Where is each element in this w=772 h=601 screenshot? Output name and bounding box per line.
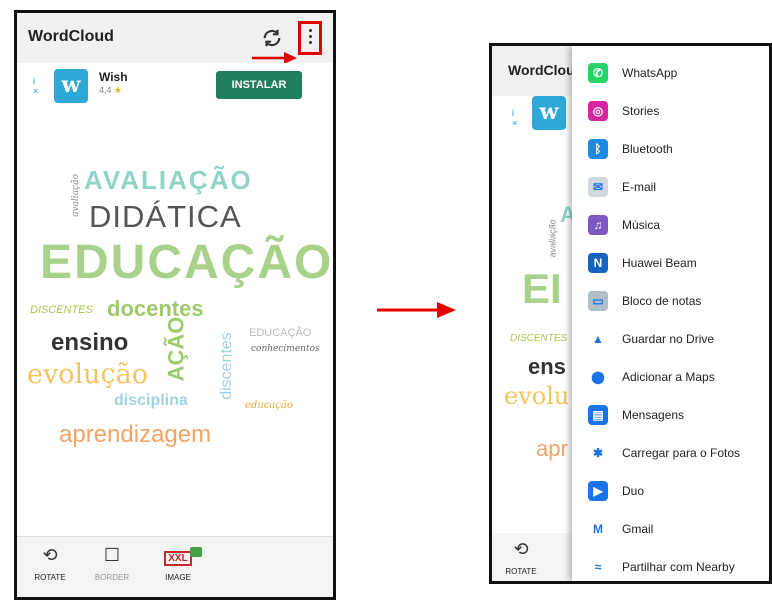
share-item-stories[interactable]: ◎ Stories bbox=[572, 92, 769, 130]
share-item-label: Gmail bbox=[622, 522, 654, 536]
word: ens bbox=[528, 354, 566, 379]
word: DIDÁTICA bbox=[89, 199, 242, 234]
app-title: WordCloud bbox=[28, 28, 114, 45]
duo-icon: ▶ bbox=[588, 481, 608, 501]
music-icon: ♫ bbox=[588, 215, 608, 235]
word: discentes bbox=[217, 332, 235, 400]
whatsapp-icon: ✆ bbox=[588, 63, 608, 83]
email-icon: ✉ bbox=[588, 177, 608, 197]
gmail-icon: M bbox=[588, 519, 608, 539]
share-menu: ✆ WhatsApp ◎ Stories ᛒ Bluetooth ✉ E-mail ♫ Músic… bbox=[572, 46, 769, 581]
bottom-toolbar: ⟲ ROTATE ☐ BORDER XXL IMAGE bbox=[17, 536, 333, 597]
word: docentes bbox=[107, 296, 204, 321]
ad-app-name: Wish bbox=[99, 70, 128, 84]
install-button[interactable]: INSTALAR bbox=[216, 71, 302, 99]
ad-close-icon[interactable]: × bbox=[33, 86, 38, 96]
nearby-icon: ≈ bbox=[588, 557, 608, 577]
share-item-partilhar-com-nearby[interactable]: ≈ Partilhar com Nearby bbox=[572, 548, 769, 581]
more-options-button[interactable] bbox=[298, 21, 322, 55]
share-item-label: Guardar no Drive bbox=[622, 332, 715, 346]
word: EDUCAÇÃO bbox=[249, 327, 312, 339]
share-item-label: Mensagens bbox=[622, 408, 685, 422]
share-item-bluetooth[interactable]: ᛒ Bluetooth bbox=[572, 130, 769, 168]
phone-screen-after: WordClou i × w A avaliação EI DISCENTES e… bbox=[489, 43, 772, 584]
word: conhecimentos bbox=[251, 344, 320, 354]
word: DISCENTES bbox=[510, 333, 568, 344]
photos-icon: ✱ bbox=[588, 443, 608, 463]
share-item-m-sica[interactable]: ♫ Música bbox=[572, 206, 769, 244]
border-icon: ☐ bbox=[103, 545, 121, 565]
wish-logo-icon: w bbox=[54, 69, 88, 103]
word: EDUCAÇÃO bbox=[40, 236, 334, 289]
share-item-mensagens[interactable]: ▤ Mensagens bbox=[572, 396, 769, 434]
rotate-button[interactable]: ⟲ ROTATE bbox=[496, 539, 546, 576]
share-item-label: Stories bbox=[622, 104, 660, 118]
share-item-duo[interactable]: ▶ Duo bbox=[572, 472, 769, 510]
share-item-whatsapp[interactable]: ✆ WhatsApp bbox=[572, 54, 769, 92]
word: aprendizagem bbox=[59, 421, 212, 448]
share-item-label: WhatsApp bbox=[622, 66, 678, 80]
share-item-label: Adicionar a Maps bbox=[622, 370, 715, 384]
share-item-label: Huawei Beam bbox=[622, 256, 697, 270]
word-cloud: avaliação AVALIAÇÃO DIDÁTICA EDUCAÇÃO DI… bbox=[17, 143, 333, 473]
share-item-e-mail[interactable]: ✉ E-mail bbox=[572, 168, 769, 206]
share-item-bloco-de-notas[interactable]: ▭ Bloco de notas bbox=[572, 282, 769, 320]
image-button[interactable]: XXL IMAGE bbox=[153, 545, 203, 582]
phone-screen-before: WordCloud i × w Wish 4,4 ★ INSTALAR avali… bbox=[14, 10, 336, 600]
notes-icon: ▭ bbox=[588, 291, 608, 311]
word: evolução bbox=[27, 359, 148, 390]
instagram-icon: ◎ bbox=[588, 101, 608, 121]
word: avaliação bbox=[70, 174, 81, 217]
word: ensino bbox=[51, 329, 129, 356]
ad-banner[interactable]: i × w Wish 4,4 ★ INSTALAR bbox=[17, 63, 333, 111]
word: educação bbox=[245, 400, 293, 411]
messages-icon: ▤ bbox=[588, 405, 608, 425]
ad-rating: 4,4 ★ bbox=[99, 85, 123, 95]
share-item-label: Música bbox=[622, 218, 661, 232]
share-item-adicionar-a-maps[interactable]: ⬤ Adicionar a Maps bbox=[572, 358, 769, 396]
word: evolu bbox=[504, 382, 570, 410]
share-item-label: Bluetooth bbox=[622, 142, 673, 156]
share-item-label: Duo bbox=[622, 484, 645, 498]
share-item-label: Partilhar com Nearby bbox=[622, 560, 735, 574]
border-button[interactable]: ☐ BORDER bbox=[87, 545, 137, 582]
drive-icon: ▲ bbox=[588, 329, 608, 349]
rotate-icon: ⟲ bbox=[513, 539, 529, 559]
wish-logo-icon: w bbox=[532, 96, 566, 130]
word: DISCENTES bbox=[30, 304, 93, 316]
word: AVALIAÇÃO bbox=[84, 165, 253, 195]
share-item-carregar-para-o-fotos[interactable]: ✱ Carregar para o Fotos bbox=[572, 434, 769, 472]
app-title: WordClou bbox=[508, 62, 575, 78]
rotate-icon: ⟲ bbox=[42, 545, 58, 565]
word: apr bbox=[536, 436, 568, 461]
transition-arrow bbox=[377, 302, 456, 318]
more-vert-icon bbox=[309, 29, 312, 47]
share-item-gmail[interactable]: M Gmail bbox=[572, 510, 769, 548]
nfc-icon: N bbox=[588, 253, 608, 273]
word: disciplina bbox=[114, 392, 188, 409]
word: avaliação bbox=[547, 219, 558, 258]
share-item-guardar-no-drive[interactable]: ▲ Guardar no Drive bbox=[572, 320, 769, 358]
word: EI bbox=[522, 265, 562, 312]
sync-icon[interactable] bbox=[261, 27, 283, 49]
ad-info-icon[interactable]: i × bbox=[512, 108, 517, 128]
ad-info-icon[interactable]: i × bbox=[33, 76, 38, 96]
share-item-huawei-beam[interactable]: N Huawei Beam bbox=[572, 244, 769, 282]
image-xxl-icon: XXL bbox=[153, 545, 203, 569]
word: AÇÃO bbox=[163, 316, 189, 382]
share-item-label: E-mail bbox=[622, 180, 657, 194]
share-item-label: Bloco de notas bbox=[622, 294, 702, 308]
bluetooth-icon: ᛒ bbox=[588, 139, 608, 159]
rotate-button[interactable]: ⟲ ROTATE bbox=[25, 545, 75, 582]
bottom-toolbar-partial: ⟲ ROTATE bbox=[492, 533, 572, 581]
share-item-label: Carregar para o Fotos bbox=[622, 446, 741, 460]
maps-icon: ⬤ bbox=[588, 367, 608, 387]
